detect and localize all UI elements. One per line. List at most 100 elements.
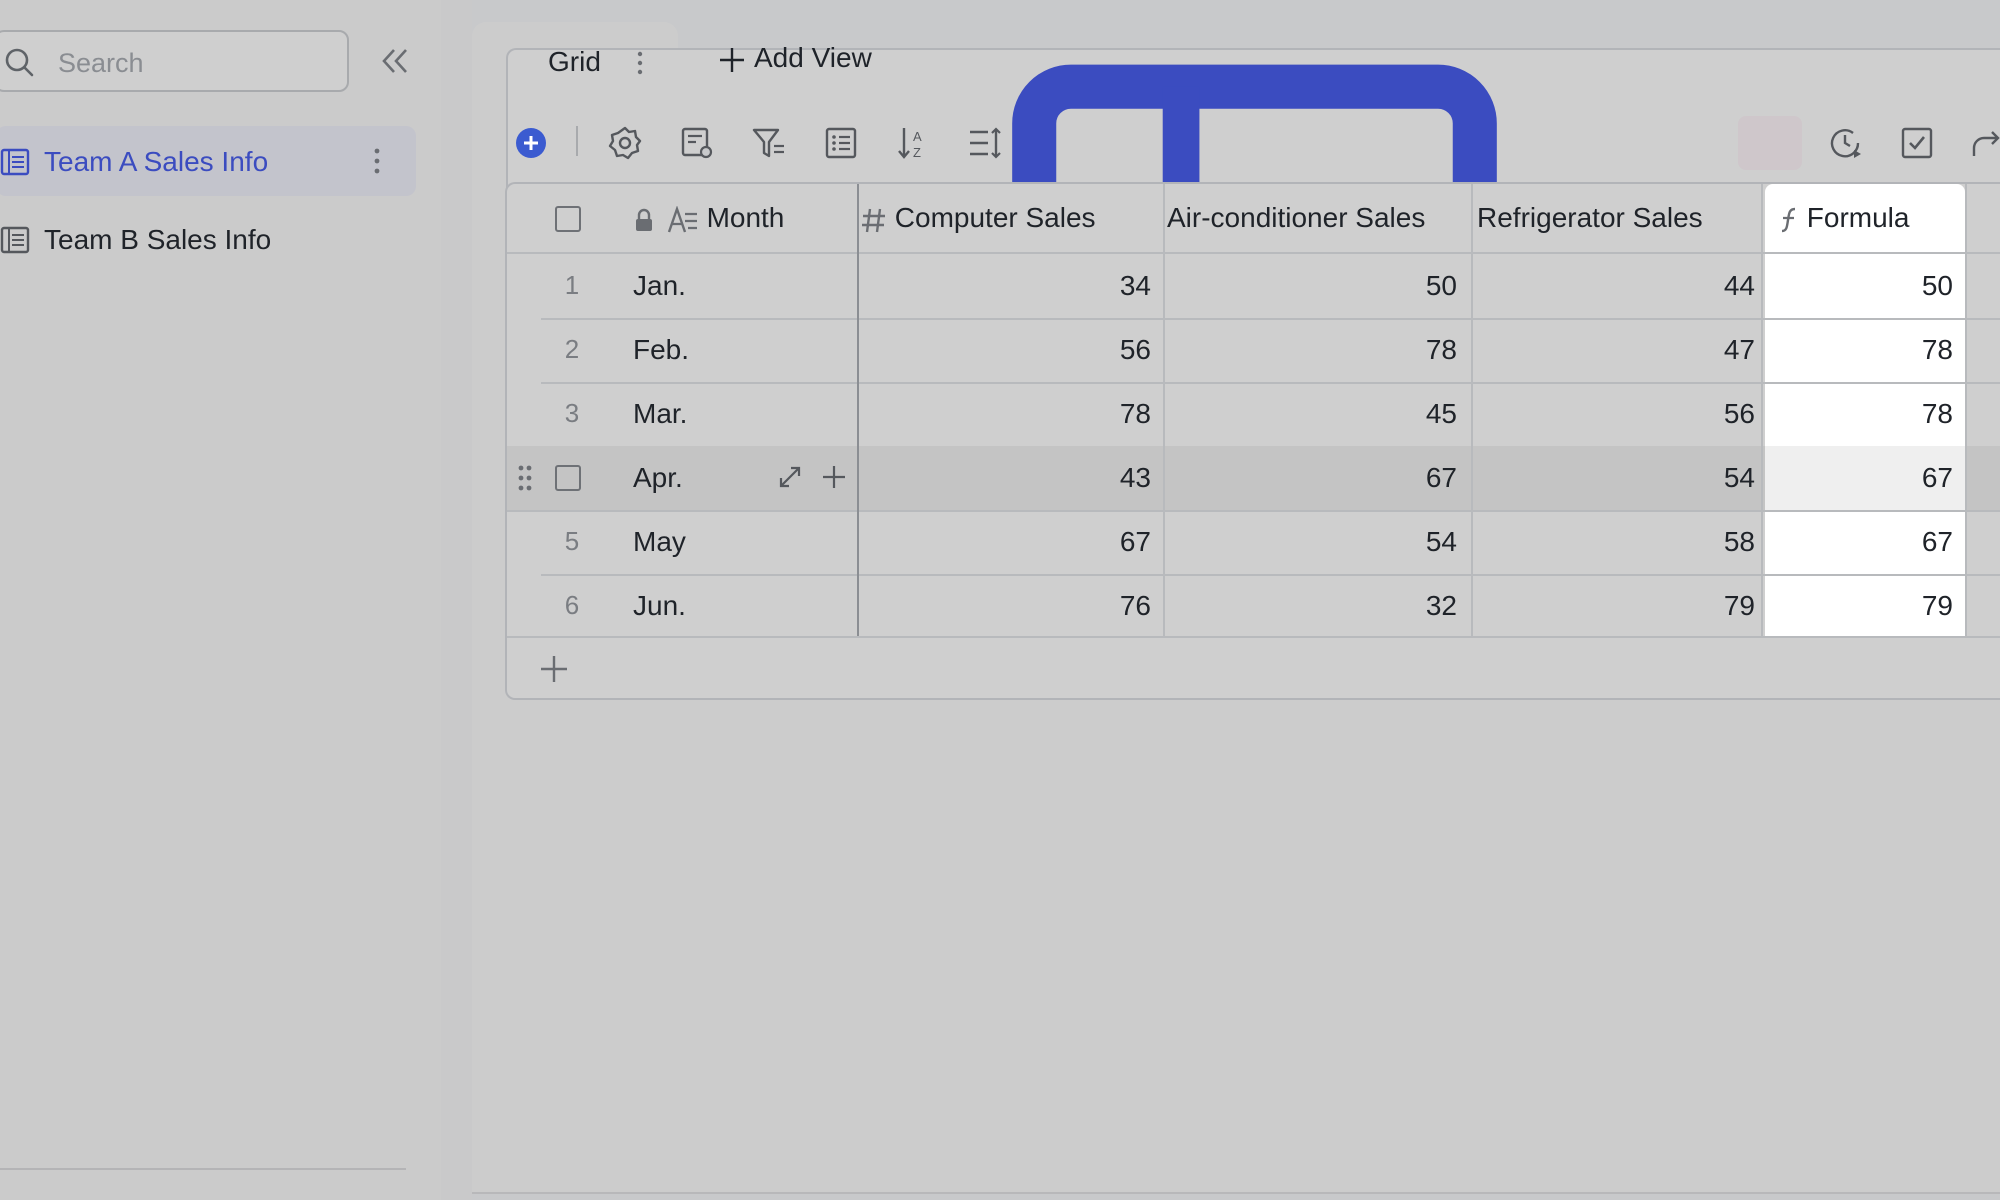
- column-header-computer-sales[interactable]: Computer Sales: [861, 184, 1157, 252]
- column-divider: [1471, 184, 1473, 636]
- add-row-plus-icon[interactable]: [539, 654, 569, 684]
- table-row-hovered[interactable]: Apr. 43 67 54 67: [507, 446, 2000, 510]
- bottom-divider: [472, 1192, 2000, 1194]
- add-record-icon: [516, 128, 546, 158]
- table-icon: [0, 226, 30, 254]
- sidebar-item-label: Team B Sales Info: [44, 224, 272, 255]
- column-divider: [1163, 184, 1165, 636]
- svg-text:Z: Z: [913, 145, 921, 160]
- number-field-icon: [862, 208, 885, 232]
- cell-air-conditioner-sales[interactable]: 32: [1167, 590, 1457, 622]
- plus-icon: [720, 48, 744, 72]
- cell-formula[interactable]: 50: [1767, 270, 1953, 302]
- field-settings-icon: [681, 127, 713, 159]
- cell-refrigerator-sales[interactable]: 56: [1477, 398, 1755, 430]
- cell-formula[interactable]: 67: [1767, 526, 1953, 558]
- cell-refrigerator-sales[interactable]: 44: [1477, 270, 1755, 302]
- column-header-refrigerator-sales[interactable]: Refrigerator Sales: [1477, 184, 1757, 252]
- table-row[interactable]: 6 Jun. 76 32 79 79: [507, 574, 2000, 638]
- cell-computer-sales[interactable]: 43: [861, 462, 1151, 494]
- filter-button[interactable]: [750, 124, 788, 162]
- table-row[interactable]: 1 Jan. 34 50 44 50: [507, 254, 2000, 318]
- column-divider: [1761, 184, 1763, 636]
- sidebar-item-team-a-sales-info[interactable]: Team A Sales Info: [0, 126, 416, 196]
- row-number: 6: [564, 590, 580, 620]
- cell-month[interactable]: Jun.: [633, 590, 686, 622]
- select-all-checkbox[interactable]: [555, 206, 581, 232]
- drag-handle-icon[interactable]: [517, 464, 533, 492]
- column-header-air-conditioner-sales[interactable]: Air-conditioner Sales: [1167, 184, 1467, 252]
- column-header-label: Computer Sales: [894, 202, 1096, 233]
- search-input[interactable]: Search: [0, 30, 349, 92]
- lock-icon: [636, 208, 652, 231]
- add-view-label: Add View: [754, 42, 872, 73]
- cell-month[interactable]: May: [633, 526, 686, 558]
- cell-air-conditioner-sales[interactable]: 50: [1167, 270, 1457, 302]
- sidebar-item-label: Team A Sales Info: [44, 146, 269, 177]
- cell-refrigerator-sales[interactable]: 58: [1477, 526, 1755, 558]
- cell-refrigerator-sales[interactable]: 47: [1477, 334, 1755, 366]
- cell-computer-sales[interactable]: 56: [861, 334, 1151, 366]
- collapse-sidebar-button[interactable]: [378, 44, 412, 78]
- toolbar-placeholder: [1738, 116, 1802, 170]
- column-header-formula[interactable]: Formula: [1779, 184, 1959, 252]
- settings-button[interactable]: [606, 124, 644, 162]
- cell-month[interactable]: Apr.: [633, 462, 683, 494]
- cell-air-conditioner-sales[interactable]: 78: [1167, 334, 1457, 366]
- table-row[interactable]: 3 Mar. 78 45 56 78: [507, 382, 2000, 446]
- toolbar-divider: [576, 126, 578, 156]
- search-placeholder: Search: [58, 48, 144, 78]
- double-chevron-left-icon: [382, 49, 407, 73]
- cell-air-conditioner-sales[interactable]: 45: [1167, 398, 1457, 430]
- cell-computer-sales[interactable]: 67: [861, 526, 1151, 558]
- row-divider: [507, 636, 2000, 638]
- row-number: 1: [564, 270, 580, 300]
- cell-month[interactable]: Jan.: [633, 270, 686, 302]
- text-field-icon: [667, 204, 697, 233]
- sort-button[interactable]: AZ: [894, 124, 932, 162]
- column-header-label: Refrigerator Sales: [1477, 202, 1703, 233]
- sidebar-item-team-b-sales-info[interactable]: Team B Sales Info: [0, 204, 416, 274]
- cell-month[interactable]: Mar.: [633, 398, 687, 430]
- group-button[interactable]: [822, 124, 860, 162]
- cell-air-conditioner-sales[interactable]: 54: [1167, 526, 1457, 558]
- share-button[interactable]: [1970, 124, 2000, 162]
- cell-refrigerator-sales[interactable]: 79: [1477, 590, 1755, 622]
- checklist-button[interactable]: [1898, 124, 1936, 162]
- table-row[interactable]: 2 Feb. 56 78 47 78: [507, 318, 2000, 382]
- cell-formula[interactable]: 67: [1767, 462, 1953, 494]
- history-button[interactable]: [1826, 124, 1864, 162]
- add-record-button[interactable]: [512, 124, 550, 162]
- column-header-label: Month: [706, 202, 785, 233]
- cell-month[interactable]: Feb.: [633, 334, 689, 366]
- share-icon: [1972, 131, 2000, 156]
- more-vertical-icon[interactable]: [634, 48, 646, 78]
- column-header-month[interactable]: Month: [633, 184, 853, 252]
- row-height-icon: [970, 127, 1001, 159]
- cell-refrigerator-sales[interactable]: 54: [1477, 462, 1755, 494]
- group-icon: [825, 127, 857, 159]
- row-checkbox[interactable]: [555, 465, 581, 491]
- filter-icon: [752, 128, 784, 158]
- search-icon: [5, 48, 34, 77]
- table-icon: [0, 148, 30, 176]
- sidebar-divider: [0, 1168, 406, 1170]
- formula-field-icon: [1781, 207, 1796, 232]
- expand-record-icon[interactable]: [777, 464, 803, 490]
- cell-formula[interactable]: 78: [1767, 398, 1953, 430]
- cell-formula[interactable]: 78: [1767, 334, 1953, 366]
- more-vertical-icon[interactable]: [370, 144, 384, 178]
- cell-formula[interactable]: 79: [1767, 590, 1953, 622]
- cell-computer-sales[interactable]: 76: [861, 590, 1151, 622]
- insert-row-plus-icon[interactable]: [821, 464, 847, 490]
- row-height-button[interactable]: [966, 124, 1004, 162]
- field-settings-button[interactable]: [678, 124, 716, 162]
- cell-air-conditioner-sales[interactable]: 67: [1167, 462, 1457, 494]
- cell-computer-sales[interactable]: 78: [861, 398, 1151, 430]
- checklist-icon: [1901, 127, 1933, 159]
- cell-computer-sales[interactable]: 34: [861, 270, 1151, 302]
- tab-grid[interactable]: Grid: [472, 22, 2000, 566]
- table-header: Month Computer Sales Air-conditioner Sal…: [507, 184, 2000, 254]
- row-number: 5: [564, 526, 580, 556]
- table-row[interactable]: 5 May 67 54 58 67: [507, 510, 2000, 574]
